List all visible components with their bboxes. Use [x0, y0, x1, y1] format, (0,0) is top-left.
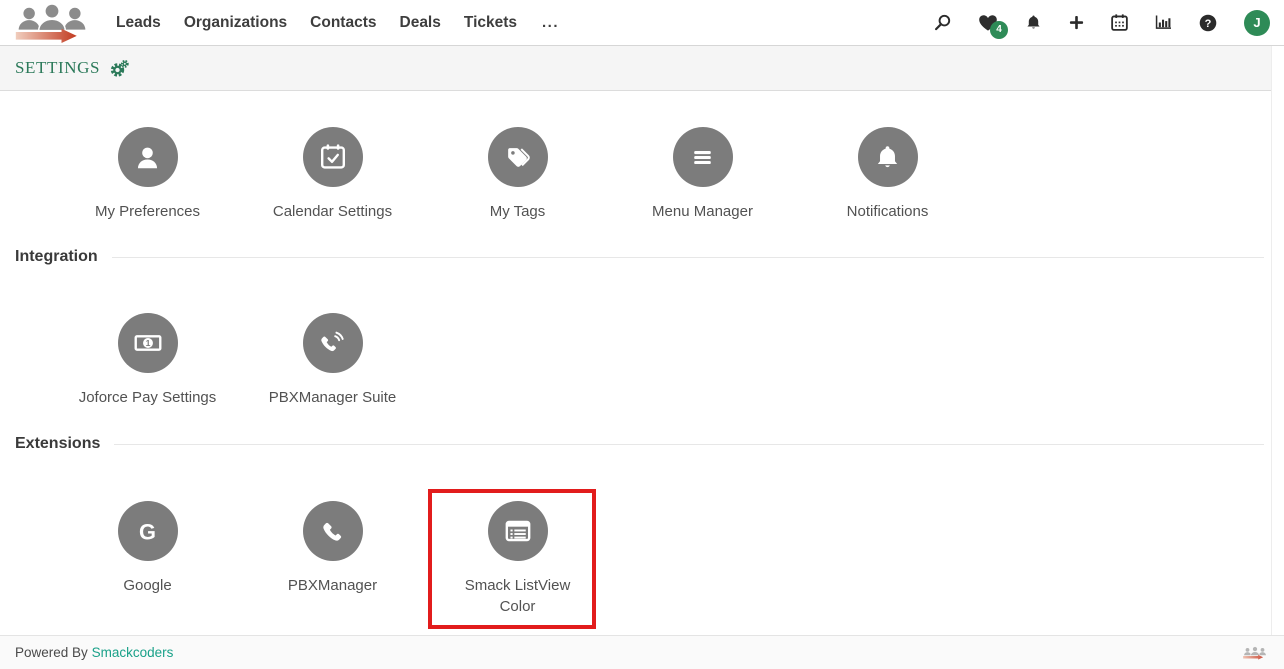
tile-pbxmanager-suite[interactable]: PBXManager Suite — [240, 313, 425, 408]
search-icon[interactable] — [934, 14, 951, 31]
user-icon — [134, 144, 161, 171]
page-title: SETTINGS — [15, 58, 100, 78]
tile-notifications[interactable]: Notifications — [795, 127, 980, 222]
footer: Powered By Smackcoders — [0, 635, 1284, 669]
footer-brand-icon — [1240, 640, 1270, 666]
user-avatar[interactable]: J — [1244, 10, 1270, 36]
tile-label: Smack ListView Color — [462, 575, 574, 617]
settings-content: My Preferences Calendar Settings — [0, 91, 1284, 635]
tile-label: Joforce Pay Settings — [79, 387, 217, 408]
money-bill-icon: 1 — [134, 329, 162, 357]
help-icon[interactable]: ? — [1199, 14, 1217, 32]
reports-chart-icon[interactable] — [1155, 15, 1172, 30]
favorites-heart-icon[interactable]: 4 — [978, 14, 998, 32]
phone-icon — [319, 518, 346, 545]
section-divider — [114, 444, 1264, 445]
nav-item-organizations[interactable]: Organizations — [184, 14, 287, 32]
svg-text:G: G — [139, 519, 156, 544]
general-settings-row: My Preferences Calendar Settings — [0, 127, 1284, 222]
extensions-row: G Google PBXManager — [0, 501, 1284, 617]
calendar-icon[interactable] — [1111, 14, 1128, 31]
tile-label: PBXManager Suite — [269, 387, 397, 408]
notification-count-badge: 4 — [990, 21, 1008, 39]
tile-menu-manager[interactable]: Menu Manager — [610, 127, 795, 222]
tile-label: My Tags — [490, 201, 546, 222]
nav-item-contacts[interactable]: Contacts — [310, 14, 376, 32]
tile-google[interactable]: G Google — [55, 501, 240, 617]
vertical-scrollbar[interactable] — [1271, 46, 1284, 635]
tile-calendar-settings[interactable]: Calendar Settings — [240, 127, 425, 222]
google-g-icon: G — [134, 518, 161, 545]
settings-breadcrumb-bar: SETTINGS — [0, 46, 1284, 91]
tile-my-preferences[interactable]: My Preferences — [55, 127, 240, 222]
svg-text:?: ? — [1205, 18, 1212, 30]
bell-icon — [874, 144, 901, 171]
tile-label: Notifications — [847, 201, 929, 222]
tags-icon — [504, 144, 531, 171]
gears-icon — [109, 59, 129, 78]
tile-my-tags[interactable]: My Tags — [425, 127, 610, 222]
powered-by-text: Powered By — [15, 645, 88, 660]
list-alt-icon — [504, 517, 532, 545]
joforce-logo[interactable] — [6, 3, 98, 43]
section-header-extensions: Extensions — [0, 435, 1284, 453]
tile-label: Google — [123, 575, 171, 596]
quick-add-plus-icon[interactable] — [1069, 15, 1084, 30]
main-menu: Leads Organizations Contacts Deals Ticke… — [116, 14, 559, 32]
tile-label: Calendar Settings — [273, 201, 392, 222]
notifications-bell-icon[interactable] — [1025, 14, 1042, 31]
nav-item-tickets[interactable]: Tickets — [464, 14, 517, 32]
tile-label: PBXManager — [288, 575, 377, 596]
menu-icon — [689, 144, 716, 171]
section-title: Extensions — [15, 435, 100, 453]
tile-label: Menu Manager — [652, 201, 753, 222]
phone-volume-icon — [319, 330, 346, 357]
integration-row: 1 Joforce Pay Settings PBXManager Suite — [0, 313, 1284, 408]
section-title: Integration — [15, 248, 98, 266]
tile-joforce-pay-settings[interactable]: 1 Joforce Pay Settings — [55, 313, 240, 408]
more-menu-icon[interactable]: ... — [542, 14, 559, 31]
section-divider — [112, 257, 1264, 258]
tile-smack-listview-color[interactable]: Smack ListView Color — [425, 501, 610, 617]
powered-by: Powered By Smackcoders — [15, 645, 173, 660]
smackcoders-link[interactable]: Smackcoders — [92, 645, 174, 660]
section-header-integration: Integration — [0, 248, 1284, 266]
svg-text:1: 1 — [145, 338, 150, 348]
nav-item-leads[interactable]: Leads — [116, 14, 161, 32]
tile-label: My Preferences — [95, 201, 200, 222]
nav-actions: 4 — [934, 10, 1270, 36]
calendar-check-icon — [320, 144, 346, 170]
tile-pbxmanager[interactable]: PBXManager — [240, 501, 425, 617]
nav-item-deals[interactable]: Deals — [400, 14, 441, 32]
top-navbar: Leads Organizations Contacts Deals Ticke… — [0, 0, 1284, 46]
